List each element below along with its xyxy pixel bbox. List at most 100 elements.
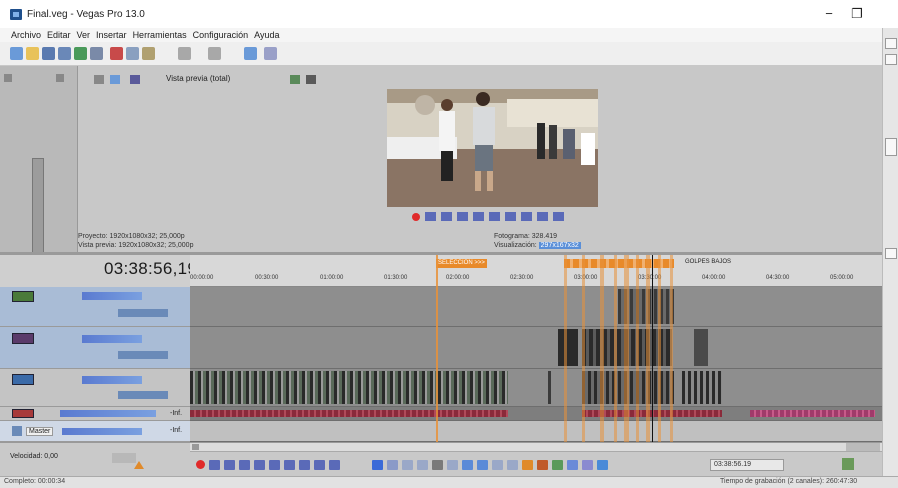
track-lane-video-1[interactable] (190, 287, 882, 327)
pause-icon[interactable] (254, 459, 265, 470)
snap-icon[interactable] (552, 459, 563, 470)
trim-end-icon[interactable] (477, 459, 488, 470)
redo-icon[interactable] (208, 47, 221, 60)
region-icon[interactable] (537, 459, 548, 470)
menu-insertar[interactable]: Insertar (93, 28, 130, 42)
selection-tool-icon[interactable] (402, 459, 413, 470)
go-start-icon[interactable] (284, 459, 295, 470)
play-from-start-icon[interactable] (224, 459, 235, 470)
track-header-video-2[interactable] (0, 327, 190, 369)
video-clip[interactable] (682, 371, 722, 404)
timeline-horizontal-scrollbar[interactable] (190, 443, 882, 452)
video-clip[interactable] (694, 329, 708, 366)
marker-seleccion[interactable]: SELECCION >>> (436, 259, 487, 268)
track-opacity-slider[interactable] (118, 351, 168, 359)
preview-quality-icon[interactable] (130, 75, 140, 84)
master-bus-header[interactable]: Master -Inf. (0, 421, 190, 442)
zoom-tool-icon[interactable] (417, 459, 428, 470)
marker-line[interactable] (670, 255, 673, 442)
loop-icon[interactable] (425, 212, 436, 222)
audio-clip[interactable] (190, 410, 508, 417)
marker-line[interactable] (646, 255, 650, 442)
preview-copy-icon[interactable] (290, 75, 300, 84)
menu-herramientas[interactable]: Herramientas (130, 28, 190, 42)
copy-icon[interactable] (126, 47, 139, 60)
new-project-icon[interactable] (10, 47, 23, 60)
lock-icon[interactable] (507, 459, 518, 470)
render-icon[interactable] (74, 47, 87, 60)
envelope-tool-icon[interactable] (387, 459, 398, 470)
grouping-icon[interactable] (597, 459, 608, 470)
preview-mode-dropdown[interactable]: Vista previa (total) (166, 74, 230, 83)
track-controls[interactable] (82, 335, 142, 343)
mixer-grip-icon-2[interactable] (56, 74, 64, 82)
cut-icon[interactable] (110, 47, 123, 60)
preview-save-icon[interactable] (306, 75, 316, 84)
menu-ver[interactable]: Ver (74, 28, 94, 42)
audio-clip[interactable] (750, 410, 875, 417)
video-clip[interactable] (190, 371, 508, 404)
loop-icon[interactable] (209, 459, 220, 470)
track-lane-video-3[interactable] (190, 369, 882, 407)
open-folder-icon[interactable] (26, 47, 39, 60)
play-from-start-icon[interactable] (441, 212, 452, 222)
save-as-icon[interactable] (58, 47, 71, 60)
track-lane-video-2[interactable] (190, 327, 882, 369)
scroll-left-icon[interactable] (192, 444, 199, 450)
stop-icon[interactable] (489, 212, 500, 222)
play-icon[interactable] (239, 459, 250, 470)
speed-slider-thumb-icon[interactable] (134, 461, 144, 469)
undo-icon[interactable] (178, 47, 191, 60)
trim-start-icon[interactable] (462, 459, 473, 470)
properties-icon[interactable] (90, 47, 103, 60)
track-header-video-3[interactable] (0, 369, 190, 407)
timeline-ruler[interactable]: 00:00:00 00:30:00 01:00:00 01:30:00 02:0… (190, 255, 882, 287)
marker-line[interactable] (564, 255, 567, 442)
marker-line[interactable] (636, 255, 639, 442)
loop-region-icon[interactable] (842, 458, 854, 470)
track-header-audio[interactable]: -Inf. (0, 407, 190, 421)
marker-golpes-bajos[interactable]: GOLPES BAJOS (685, 259, 731, 265)
marker-line[interactable] (624, 255, 629, 442)
marker-icon[interactable] (522, 459, 533, 470)
marker-line[interactable] (658, 255, 661, 442)
preview-split-icon[interactable] (110, 75, 120, 84)
track-controls[interactable] (60, 410, 156, 417)
position-field[interactable]: 03:38:56.19 (710, 459, 784, 471)
save-icon[interactable] (42, 47, 55, 60)
marker-line[interactable] (582, 255, 585, 442)
split-icon[interactable] (492, 459, 503, 470)
dock-close-icon[interactable] (885, 38, 897, 49)
prev-frame-icon[interactable] (537, 212, 548, 222)
delete-icon[interactable] (432, 459, 443, 470)
pause-icon[interactable] (473, 212, 484, 222)
go-start-icon[interactable] (505, 212, 516, 222)
go-end-icon[interactable] (299, 459, 310, 470)
go-to-start-icon[interactable] (244, 47, 257, 60)
video-clip[interactable] (558, 329, 578, 366)
track-header-video-1[interactable] (0, 287, 190, 327)
play-icon[interactable] (457, 212, 468, 222)
master-controls[interactable] (62, 428, 142, 435)
trim-icon[interactable] (447, 459, 458, 470)
track-controls[interactable] (82, 376, 142, 384)
marker-line[interactable] (600, 255, 604, 442)
dock-scroll-icon[interactable] (885, 248, 897, 259)
stop-icon[interactable] (269, 459, 280, 470)
playhead-cursor[interactable] (652, 255, 653, 442)
timeline-timecode[interactable]: 03:38:56,19 (104, 259, 197, 279)
marker-line[interactable] (614, 255, 617, 442)
mixer-grip-icon[interactable] (4, 74, 12, 82)
selection-marker-line[interactable] (436, 255, 438, 442)
dock-grip-icon[interactable] (885, 138, 897, 156)
menu-archivo[interactable]: Archivo (8, 28, 44, 42)
go-end-icon[interactable] (521, 212, 532, 222)
speed-slider[interactable] (112, 453, 136, 463)
prev-frame-icon[interactable] (314, 459, 325, 470)
menu-configuracion[interactable]: Configuración (190, 28, 252, 42)
dock-expand-icon[interactable] (885, 54, 897, 65)
record-icon[interactable] (196, 460, 205, 470)
menu-editar[interactable]: Editar (44, 28, 74, 42)
track-opacity-slider[interactable] (118, 309, 168, 317)
next-frame-icon[interactable] (329, 459, 340, 470)
